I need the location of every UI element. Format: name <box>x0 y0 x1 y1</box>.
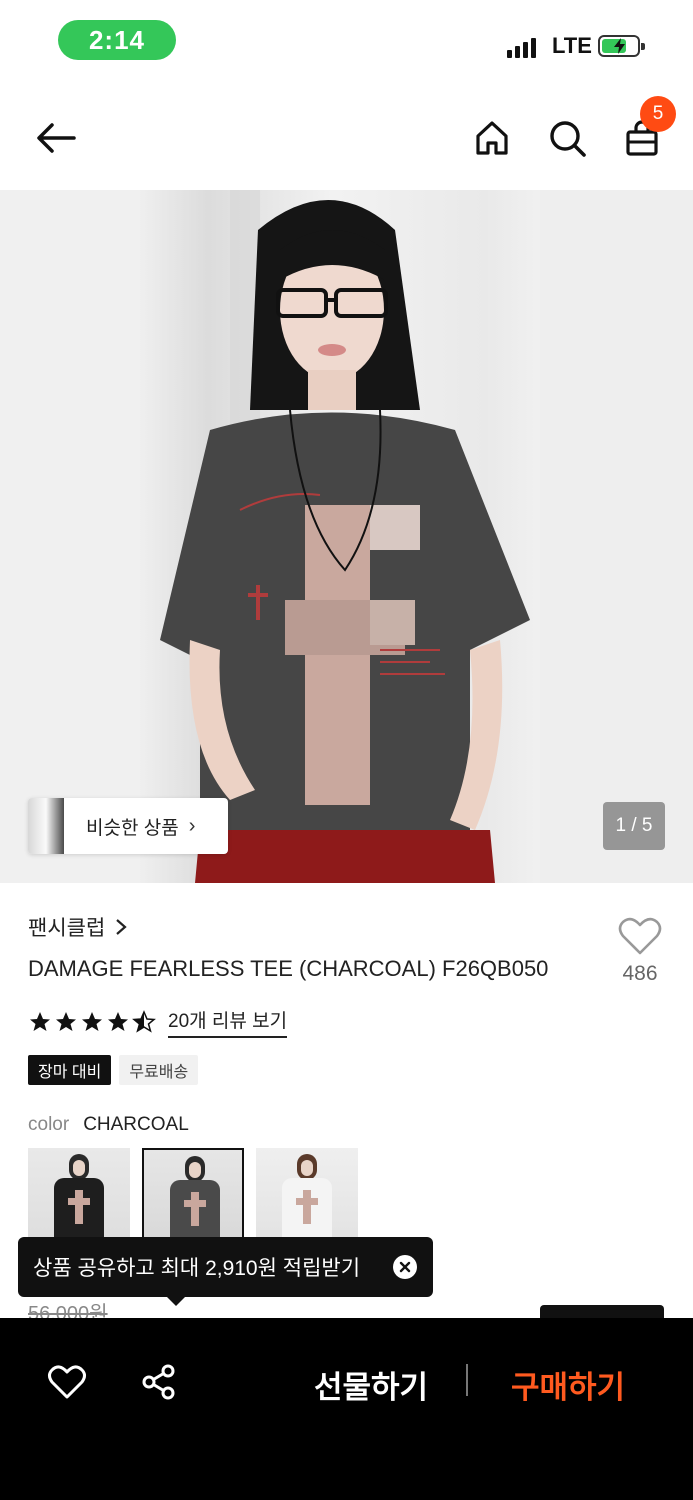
signal-icon <box>507 36 536 58</box>
bottom-action-bar: 선물하기 구매하기 <box>0 1318 693 1500</box>
share-tooltip-text: 상품 공유하고 최대 2,910원 적립받기 <box>33 1257 361 1280</box>
color-swatch-charcoal[interactable] <box>142 1148 244 1240</box>
action-divider <box>466 1364 468 1396</box>
star-full-icon <box>82 1012 102 1031</box>
like-count: 486 <box>622 962 658 985</box>
share-icon[interactable] <box>137 1360 181 1404</box>
similar-products-thumbnail <box>28 798 64 854</box>
close-icon[interactable] <box>393 1255 417 1279</box>
rating-row: 20개 리뷰 보기 <box>28 1006 288 1038</box>
battery-icon <box>598 35 645 57</box>
review-link[interactable]: 20개 리뷰 보기 <box>168 1006 288 1038</box>
like-button[interactable]: 486 <box>612 916 668 986</box>
gift-button[interactable]: 선물하기 <box>314 1362 428 1407</box>
status-bar: 2:14 LTE <box>0 0 693 80</box>
back-arrow-icon[interactable] <box>34 116 78 160</box>
color-swatch-white[interactable] <box>256 1148 358 1240</box>
wishlist-heart-icon[interactable] <box>45 1360 89 1404</box>
color-swatches <box>28 1148 358 1240</box>
star-rating <box>28 1010 156 1034</box>
top-nav <box>0 88 693 188</box>
status-time: 2:14 <box>58 20 176 60</box>
color-option-row: color CHARCOAL <box>28 1114 189 1136</box>
star-half-icon <box>132 1010 156 1033</box>
brand-link[interactable]: 팬시클럽 <box>28 912 127 942</box>
product-title: DAMAGE FEARLESS TEE (CHARCOAL) F26QB050 <box>28 956 549 981</box>
color-label: color <box>28 1114 70 1135</box>
buy-button[interactable]: 구매하기 <box>511 1362 625 1407</box>
tag-free-shipping: 무료배송 <box>119 1055 199 1085</box>
product-image[interactable]: 비슷한 상품 › 1 / 5 <box>0 190 693 883</box>
similar-products-label: 비슷한 상품 <box>86 817 179 839</box>
star-full-icon <box>56 1012 76 1031</box>
star-full-icon <box>30 1012 50 1031</box>
image-page-indicator: 1 / 5 <box>603 802 665 850</box>
selected-color: CHARCOAL <box>83 1114 189 1135</box>
network-label: LTE <box>552 33 592 58</box>
chevron-right-icon: › <box>188 814 196 837</box>
home-icon[interactable] <box>470 116 514 160</box>
heart-outline-icon <box>618 917 662 955</box>
search-icon[interactable] <box>545 116 589 160</box>
tag-rainy-season: 장마 대비 <box>28 1055 112 1085</box>
similar-products-button[interactable]: 비슷한 상품 › <box>28 798 228 854</box>
share-reward-tooltip: 상품 공유하고 최대 2,910원 적립받기 <box>18 1237 433 1306</box>
star-full-icon <box>108 1012 128 1031</box>
brand-name: 팬시클럽 <box>28 917 106 940</box>
model-illustration <box>0 190 693 883</box>
product-tags: 장마 대비 무료배송 <box>28 1055 199 1085</box>
cart-count-badge: 5 <box>640 96 676 132</box>
color-swatch-black[interactable] <box>28 1148 130 1240</box>
chevron-right-icon <box>116 919 127 935</box>
